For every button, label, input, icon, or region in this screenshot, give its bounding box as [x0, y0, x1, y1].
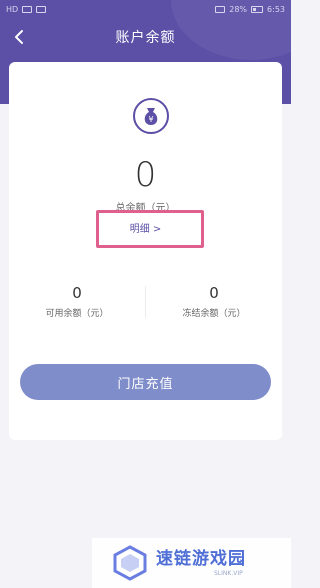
- page-title: 账户余额: [115, 30, 176, 46]
- total-balance-amount: 0: [134, 155, 157, 195]
- frozen-balance-label: 冻结余额（元）: [182, 309, 246, 319]
- signal-icon: [22, 5, 33, 13]
- watermark-text: 速链游戏园 SLINK.VIP: [156, 549, 246, 577]
- status-right: 28% 6:53: [215, 5, 285, 14]
- battery-icon: [251, 5, 264, 13]
- store-recharge-button[interactable]: 门店充值: [20, 364, 271, 400]
- available-balance-amount: 0: [72, 284, 82, 302]
- money-bag-icon: ¥: [133, 98, 169, 134]
- status-bar: HD 28% 6:53: [0, 0, 291, 18]
- watermark-url: SLINK.VIP: [214, 570, 243, 577]
- status-time: 6:53: [267, 4, 285, 14]
- balance-card: ¥ 0 总余额（元） 明细 > 0 可用余额（元） 0 冻结余额（元） 门店充值: [9, 62, 282, 440]
- frozen-balance: 0 冻结余额（元）: [146, 284, 282, 319]
- network-label: HD: [6, 4, 19, 14]
- column-divider: [145, 286, 146, 318]
- watermark-name: 速链游戏园: [156, 549, 246, 569]
- back-icon[interactable]: [8, 26, 30, 48]
- watermark: 速链游戏园 SLINK.VIP: [92, 538, 291, 588]
- detail-link[interactable]: 明细 >: [9, 220, 282, 235]
- watermark-logo-icon: [112, 545, 148, 581]
- status-left: HD: [6, 4, 47, 14]
- available-balance-label: 可用余额（元）: [45, 309, 109, 319]
- svg-text:¥: ¥: [148, 115, 153, 124]
- available-balance: 0 可用余额（元）: [9, 284, 145, 319]
- alarm-icon: [215, 5, 226, 13]
- frozen-balance-amount: 0: [209, 284, 219, 302]
- wifi-icon: [36, 5, 47, 13]
- battery-percent: 28%: [229, 4, 248, 14]
- nav-bar: 账户余额: [0, 18, 291, 56]
